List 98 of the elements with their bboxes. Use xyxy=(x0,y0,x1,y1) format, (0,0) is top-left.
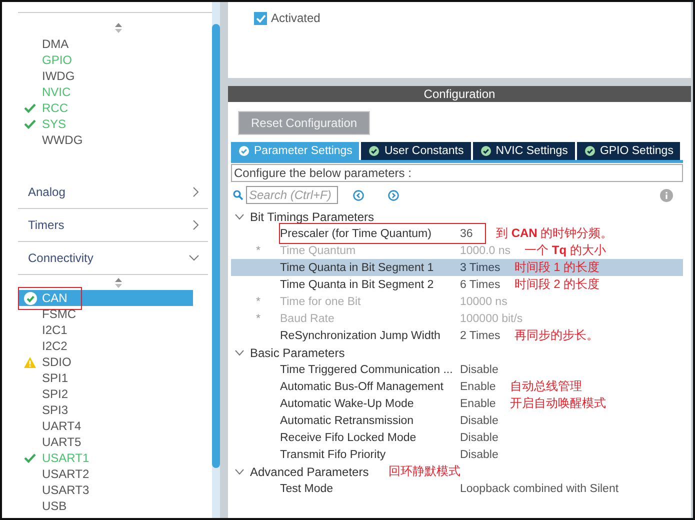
annotation-note: 一个 Tq 的大小 xyxy=(524,242,606,259)
check-circle-icon xyxy=(369,146,380,156)
check-circle-icon xyxy=(480,146,491,156)
description-field: Configure the below parameters : xyxy=(231,164,683,182)
category-header[interactable]: Timers xyxy=(18,209,208,242)
check-circle-icon xyxy=(24,292,37,304)
parameter-row[interactable]: Test Mode Loopback combined with Silent xyxy=(231,480,683,497)
chevron-down-icon[interactable] xyxy=(235,214,244,220)
parameter-row[interactable]: Receive Fifo Locked Mode Disable xyxy=(231,429,683,446)
sidebar-item[interactable]: UART5 xyxy=(18,434,218,450)
annotation-note: 自动总线管理 xyxy=(510,378,582,395)
check-icon xyxy=(24,103,36,113)
parameter-label: ReSynchronization Jump Width xyxy=(280,330,442,342)
checkbox[interactable] xyxy=(254,12,267,24)
parameter-label: Transmit Fifo Priority xyxy=(280,448,387,460)
parameter-label: Automatic Retransmission xyxy=(280,414,415,426)
group-header[interactable]: Bit Timings Parameters xyxy=(250,210,374,224)
parameter-row[interactable]: Automatic Bus-Off Management Enable 自动总线管理 xyxy=(231,378,683,395)
parameter-value[interactable]: Disable xyxy=(460,364,498,376)
parameter-label: Test Mode xyxy=(280,482,334,494)
tab[interactable]: User Constants xyxy=(361,142,471,160)
parameter-label: Time Triggered Communication ... xyxy=(280,364,454,376)
sidebar-item[interactable]: USART3 xyxy=(18,482,218,498)
group-header[interactable]: Basic Parameters xyxy=(250,346,345,360)
warning-icon xyxy=(24,356,36,368)
tab[interactable]: NVIC Settings xyxy=(472,142,575,160)
asterisk-mark: * xyxy=(256,296,260,308)
check-icon xyxy=(24,119,36,129)
sidebar-item[interactable]: IWDG xyxy=(18,68,218,84)
parameter-row[interactable]: Time Triggered Communication ... Disable xyxy=(231,361,683,378)
parameter-row[interactable]: Automatic Retransmission Disable xyxy=(231,412,683,429)
sidebar-item[interactable]: USART2 xyxy=(18,466,218,482)
parameter-label: Receive Fifo Locked Mode xyxy=(280,432,418,444)
parameter-value[interactable]: 6 Times xyxy=(460,278,500,290)
parameter-label: Automatic Bus-Off Management xyxy=(280,380,444,392)
parameter-value[interactable]: Disable xyxy=(460,432,498,444)
parameter-value[interactable]: Enable xyxy=(460,398,496,410)
parameter-label: Time for one Bit xyxy=(280,296,362,308)
parameter-row[interactable]: Time Quanta in Bit Segment 2 6 Times 时间段 2 的长度 xyxy=(231,276,683,293)
sidebar-item[interactable]: UART4 xyxy=(18,418,218,434)
parameter-label: Time Quantum xyxy=(280,244,357,256)
parameter-value[interactable]: Loopback combined with Silent xyxy=(460,482,619,494)
sort-arrows-icon xyxy=(114,23,122,33)
annotation-note: 时间段 2 的长度 xyxy=(514,276,600,293)
info-icon xyxy=(660,188,673,202)
panel-title: Configuration xyxy=(228,86,691,102)
sidebar-item[interactable]: DMA xyxy=(18,36,218,52)
chevron-down-icon[interactable] xyxy=(235,468,244,474)
annotation-note: 到 CAN 的时钟分频。 xyxy=(496,225,613,242)
chevron-down-icon[interactable] xyxy=(235,350,244,356)
parameter-value[interactable]: Disable xyxy=(460,448,498,460)
parameter-label: Baud Rate xyxy=(280,312,336,324)
check-circle-icon xyxy=(584,146,595,156)
checkbox-label: Activated xyxy=(271,11,320,25)
check-icon xyxy=(24,453,36,463)
sidebar-item[interactable]: I2C1 xyxy=(18,322,218,338)
category-header[interactable]: Analog xyxy=(18,176,208,209)
parameter-label: Time Quanta in Bit Segment 2 xyxy=(280,278,435,290)
sidebar-item[interactable]: I2C2 xyxy=(18,338,218,354)
parameter-row[interactable]: Automatic Wake-Up Mode Enable 开启自动唤醒模式 xyxy=(231,395,683,412)
asterisk-mark: * xyxy=(256,244,260,256)
annotation-note: 回环静默模式 xyxy=(388,463,461,480)
parameter-row[interactable]: Prescaler (for Time Quantum) 36 到 CAN 的时钟分频。 xyxy=(231,225,683,242)
parameter-label: Prescaler (for Time Quantum) xyxy=(280,228,432,240)
annotation-note: 开启自动唤醒模式 xyxy=(510,395,606,412)
search-field[interactable]: Search (Ctrl+F) xyxy=(246,186,338,204)
parameter-label: Automatic Wake-Up Mode xyxy=(280,398,415,410)
next-icon xyxy=(388,190,399,200)
sidebar-item[interactable]: SPI3 xyxy=(18,402,218,418)
sidebar-item[interactable]: SPI1 xyxy=(18,370,218,386)
parameter-value[interactable]: 3 Times xyxy=(460,262,500,274)
sort-arrows-icon xyxy=(114,278,122,288)
asterisk-mark: * xyxy=(256,312,260,324)
annotation-note: 再同步的步长。 xyxy=(514,327,598,344)
sidebar-item[interactable]: WWDG xyxy=(18,132,218,148)
previous-icon xyxy=(353,190,364,200)
parameter-value[interactable]: Enable xyxy=(460,380,496,392)
check-circle-icon xyxy=(239,146,249,156)
parameter-row[interactable]: ReSynchronization Jump Width 2 Times 再同步的步长。 xyxy=(231,327,683,344)
parameter-value[interactable]: 36 xyxy=(460,228,482,240)
group-header[interactable]: Advanced Parameters xyxy=(250,464,369,478)
tab[interactable]: GPIO Settings xyxy=(576,142,680,160)
chevron-down-icon xyxy=(189,255,199,261)
parameter-row[interactable]: Transmit Fifo Priority Disable xyxy=(231,446,683,463)
parameter-row[interactable]: Time Quanta in Bit Segment 1 3 Times 时间段 1 的长度 xyxy=(231,259,683,276)
chevron-right-icon xyxy=(193,187,199,197)
annotation-note: 时间段 1 的长度 xyxy=(514,259,600,276)
parameter-value[interactable]: Disable xyxy=(460,414,498,426)
sidebar-item[interactable]: SPI2 xyxy=(18,386,218,402)
sidebar-item[interactable]: USB xyxy=(18,498,218,514)
sidebar-item[interactable]: FSMC xyxy=(18,306,218,322)
category-header[interactable]: Connectivity xyxy=(18,242,208,275)
search-icon xyxy=(233,190,243,200)
sidebar-item[interactable]: SDIO xyxy=(18,354,218,370)
chevron-right-icon xyxy=(193,220,199,230)
parameter-value[interactable]: 2 Times xyxy=(460,330,500,342)
parameter-row[interactable]: * Time Quantum 1000.0 ns 一个 Tq 的大小 xyxy=(231,242,683,259)
parameter-label: Time Quanta in Bit Segment 1 xyxy=(280,262,435,274)
